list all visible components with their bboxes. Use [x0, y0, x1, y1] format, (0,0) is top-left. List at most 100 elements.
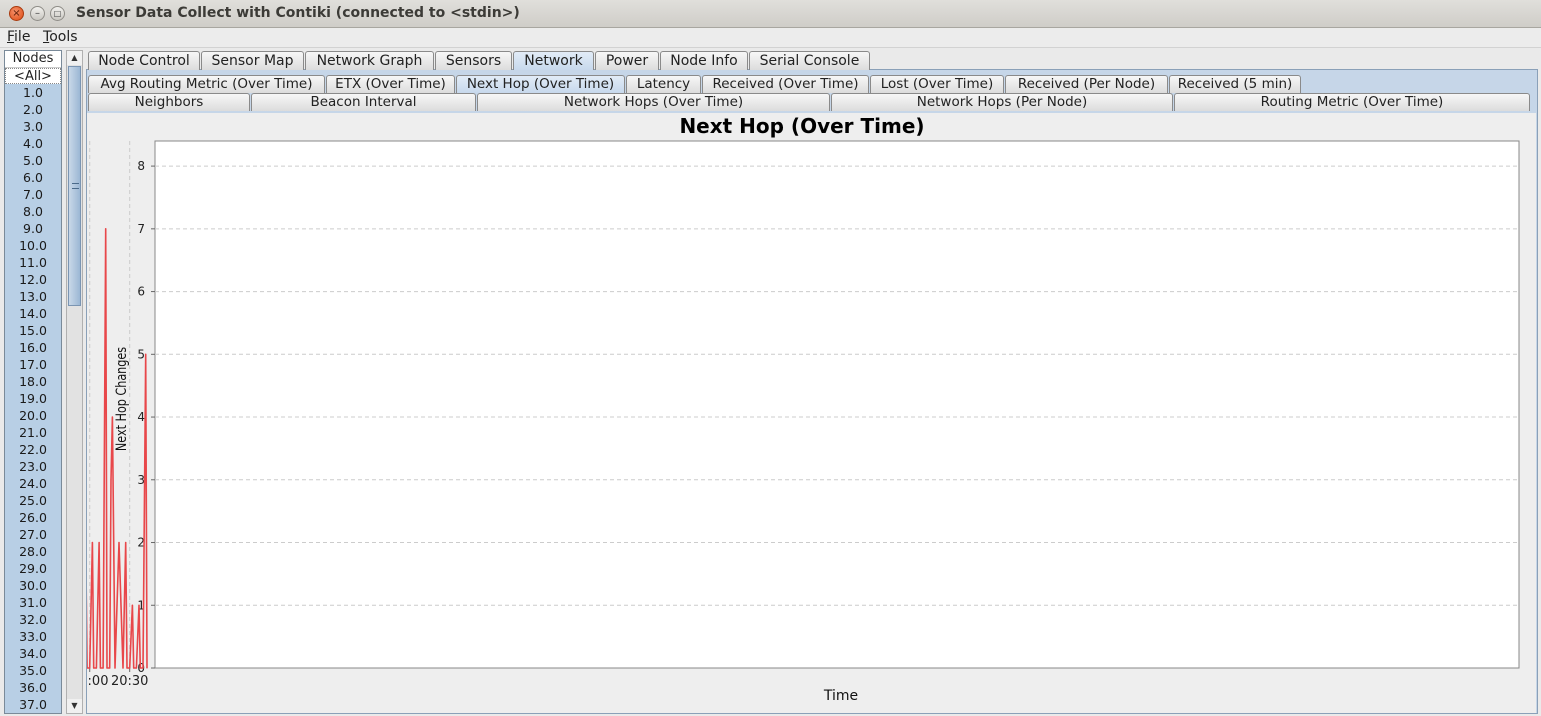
plot-area [154, 140, 1520, 669]
maximize-icon: □ [53, 9, 62, 18]
data-point [122, 667, 124, 669]
subtab-received-over-time[interactable]: Received (Over Time) [702, 75, 869, 93]
node-item[interactable]: 11.0 [5, 254, 61, 271]
node-item[interactable]: 20.0 [5, 407, 61, 424]
tab-power[interactable]: Power [595, 51, 659, 70]
node-item[interactable]: 8.0 [5, 203, 61, 220]
data-point [110, 479, 112, 481]
node-item[interactable]: 9.0 [5, 220, 61, 237]
data-point [98, 541, 100, 544]
scroll-up-button[interactable]: ▲ [67, 51, 82, 65]
subtab-beacon-interval[interactable]: Beacon Interval [251, 93, 476, 111]
subtab-lost[interactable]: Lost (Over Time) [870, 75, 1004, 93]
nodes-scrollbar[interactable]: ▲ ▼ [66, 50, 83, 714]
node-item[interactable]: 29.0 [5, 560, 61, 577]
node-item[interactable]: 15.0 [5, 322, 61, 339]
subtab-received-per-node[interactable]: Received (Per Node) [1005, 75, 1168, 93]
node-item[interactable]: 7.0 [5, 186, 61, 203]
data-point [135, 667, 137, 669]
node-item[interactable]: 24.0 [5, 475, 61, 492]
node-item[interactable]: 10.0 [5, 237, 61, 254]
node-item[interactable]: 16.0 [5, 339, 61, 356]
node-item[interactable]: 25.0 [5, 492, 61, 509]
scroll-thumb[interactable] [68, 66, 81, 306]
data-point [139, 667, 141, 669]
node-item[interactable]: 2.0 [5, 101, 61, 118]
tab-network[interactable]: Network [513, 51, 594, 70]
menu-file-label: ile [14, 29, 31, 45]
maximize-window-button[interactable]: □ [50, 6, 65, 21]
node-item[interactable]: 31.0 [5, 594, 61, 611]
subtab-routing-metric-over-time[interactable]: Routing Metric (Over Time) [1174, 93, 1530, 111]
node-item[interactable]: 6.0 [5, 169, 61, 186]
data-point [93, 667, 95, 669]
data-point [125, 541, 127, 544]
node-item[interactable]: 4.0 [5, 135, 61, 152]
node-item[interactable]: 23.0 [5, 458, 61, 475]
tab-sensors[interactable]: Sensors [435, 51, 512, 70]
subtab-network-hops-per-node[interactable]: Network Hops (Per Node) [831, 93, 1173, 111]
data-point [142, 667, 144, 669]
title-bar: × – □ Sensor Data Collect with Contiki (… [0, 0, 1541, 28]
node-item[interactable]: 12.0 [5, 271, 61, 288]
node-item[interactable]: 32.0 [5, 611, 61, 628]
window-title: Sensor Data Collect with Contiki (connec… [76, 5, 520, 21]
node-item[interactable]: 21.0 [5, 424, 61, 441]
menu-file[interactable]: File [7, 29, 30, 45]
data-point [109, 667, 111, 669]
y-tick-label: 6 [137, 285, 145, 299]
node-item[interactable]: 5.0 [5, 152, 61, 169]
node-item[interactable]: 33.0 [5, 628, 61, 645]
data-point [89, 667, 91, 669]
node-item[interactable]: 3.0 [5, 118, 61, 135]
y-tick-label: 8 [137, 159, 145, 173]
subtab-next-hop[interactable]: Next Hop (Over Time) [456, 75, 625, 93]
subtab-latency[interactable]: Latency [626, 75, 701, 93]
node-item[interactable]: 14.0 [5, 305, 61, 322]
data-point [99, 667, 101, 669]
node-item[interactable]: 26.0 [5, 509, 61, 526]
y-tick-label: 5 [137, 347, 145, 361]
minimize-icon: – [35, 8, 40, 19]
tab-node-info[interactable]: Node Info [660, 51, 748, 70]
tab-sensor-map[interactable]: Sensor Map [201, 51, 304, 70]
menu-tools-label: ools [49, 29, 78, 45]
node-item[interactable]: 35.0 [5, 662, 61, 679]
node-item[interactable]: 18.0 [5, 373, 61, 390]
node-item[interactable]: 30.0 [5, 577, 61, 594]
data-point [106, 667, 108, 669]
x-tick-label: 20:30 [111, 674, 148, 689]
node-item[interactable]: 36.0 [5, 679, 61, 696]
scroll-down-button[interactable]: ▼ [67, 699, 82, 713]
node-item[interactable]: 17.0 [5, 356, 61, 373]
tab-node-control[interactable]: Node Control [88, 51, 200, 70]
node-item[interactable]: 28.0 [5, 543, 61, 560]
node-items: 1.0 2.0 3.0 4.0 5.0 6.0 7.0 8.0 9.0 10.0 11.0 12.0 1… [5, 84, 61, 713]
subtab-network-hops-over-time[interactable]: Network Hops (Over Time) [477, 93, 830, 111]
node-item[interactable]: 19.0 [5, 390, 61, 407]
subtab-received-5min[interactable]: Received (5 min) [1169, 75, 1301, 93]
chart-canvas: Next Hop (Over Time) 20:3021:0021:3022:0… [87, 114, 1520, 704]
node-item[interactable]: 27.0 [5, 526, 61, 543]
nodes-list[interactable]: Nodes <All> 1.0 2.0 3.0 4.0 5.0 6.0 7.0 8.0 9.0 1… [4, 50, 62, 714]
menu-tools[interactable]: Tools [43, 29, 78, 45]
node-item[interactable]: 37.0 [5, 696, 61, 713]
minimize-window-button[interactable]: – [30, 6, 45, 21]
tab-network-graph[interactable]: Network Graph [305, 51, 434, 70]
data-point [145, 353, 147, 355]
data-point [102, 667, 104, 669]
node-item[interactable]: 22.0 [5, 441, 61, 458]
subtab-neighbors[interactable]: Neighbors [88, 93, 250, 111]
tab-serial-console[interactable]: Serial Console [749, 51, 870, 70]
node-item-all[interactable]: <All> [5, 68, 61, 84]
data-point [133, 667, 135, 669]
node-item[interactable]: 13.0 [5, 288, 61, 305]
y-axis-label: Next Hop Changes [113, 347, 130, 451]
node-item[interactable]: 1.0 [5, 84, 61, 101]
y-tick-label: 4 [137, 410, 145, 424]
node-item[interactable]: 34.0 [5, 645, 61, 662]
close-window-button[interactable]: × [9, 6, 24, 21]
subtab-avg-routing-metric[interactable]: Avg Routing Metric (Over Time) [88, 75, 325, 93]
subtab-etx[interactable]: ETX (Over Time) [326, 75, 455, 93]
close-icon: × [12, 8, 21, 19]
